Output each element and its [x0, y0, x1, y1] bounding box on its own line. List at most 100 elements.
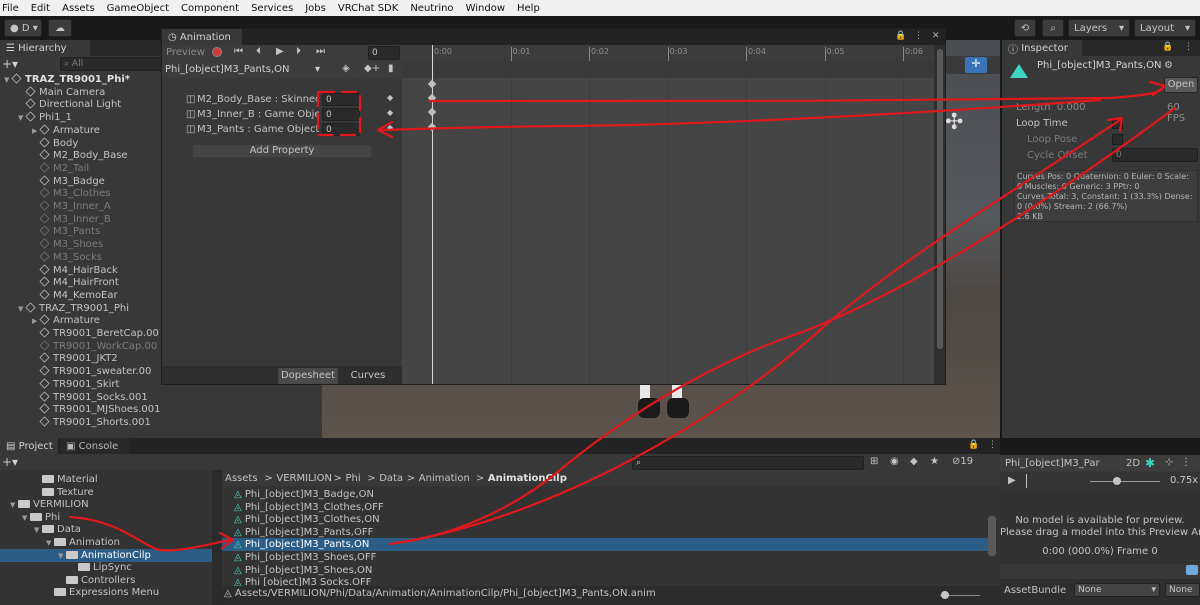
- hierarchy-item[interactable]: TR9001_WorkCap.00: [32, 340, 157, 353]
- tab-console[interactable]: ▣ Console: [60, 438, 130, 454]
- hierarchy-item[interactable]: TR9001_JKT2: [32, 352, 118, 365]
- event-lane[interactable]: [402, 61, 934, 78]
- inspector-settings-icon[interactable]: ⚙: [1164, 60, 1173, 71]
- hierarchy-item[interactable]: ▼ Phi1_1: [18, 111, 72, 124]
- hierarchy-item[interactable]: TR9001_MJShoes.001: [32, 403, 161, 416]
- keyframe-diamond-icon[interactable]: ◆: [387, 108, 393, 117]
- hierarchy-item[interactable]: TR9001_sweater.00: [32, 365, 151, 378]
- asset-file-item[interactable]: ◬ Phi [object]M3 Socks.OFF: [222, 576, 988, 586]
- tab-project[interactable]: ▤ Project: [0, 438, 58, 454]
- property-value-input[interactable]: 0: [322, 123, 360, 136]
- first-key-icon[interactable]: ⏮: [234, 46, 243, 57]
- breadcrumb-item[interactable]: Data: [379, 473, 403, 484]
- asset-file-item[interactable]: ◬ Phi_[object]M3_Clothes,ON: [222, 513, 988, 526]
- keyframe-1[interactable]: [427, 107, 437, 117]
- hierarchy-item[interactable]: ▼ TRAZ_TR9001_Phi: [18, 302, 129, 315]
- tab-hierarchy[interactable]: ☰ Hierarchy: [0, 40, 90, 56]
- file-scrollbar[interactable]: [988, 516, 996, 556]
- history-icon[interactable]: ⟲: [1014, 19, 1036, 37]
- breadcrumb-item[interactable]: Phi: [346, 473, 361, 484]
- tab-animation[interactable]: ◷ Animation: [162, 29, 242, 45]
- property-value-input[interactable]: 0: [322, 108, 360, 121]
- search-by-label-icon[interactable]: ◉: [890, 456, 899, 467]
- 2d-toggle[interactable]: 2D: [1126, 458, 1140, 469]
- menu-help[interactable]: Help: [517, 3, 540, 14]
- hierarchy-item[interactable]: M3_Inner_A: [32, 200, 111, 213]
- variant-dropdown[interactable]: None: [1165, 583, 1200, 597]
- hierarchy-item[interactable]: TR9001_Skirt: [32, 378, 119, 391]
- hierarchy-item[interactable]: ▶ Armature: [32, 124, 100, 137]
- save-search-icon[interactable]: ◆: [910, 456, 918, 467]
- keyframe-0[interactable]: [427, 93, 437, 103]
- menu-neutrino[interactable]: Neutrino: [410, 3, 453, 14]
- pivot-icon[interactable]: ⊹: [1165, 457, 1173, 468]
- hierarchy-item[interactable]: M4_HairFront: [32, 276, 119, 289]
- animation-property-row[interactable]: ◫M3_Inner_B : Game Object.0 ◆: [162, 108, 402, 122]
- property-value-input[interactable]: 0: [322, 93, 360, 106]
- add-keyframe-icon[interactable]: ◈: [342, 63, 350, 74]
- cycle-offset-input[interactable]: 0: [1112, 148, 1198, 162]
- project-tree-item[interactable]: Texture: [0, 486, 212, 499]
- menu-services[interactable]: Services: [251, 3, 293, 14]
- hierarchy-item[interactable]: ▶ Armature: [32, 314, 100, 327]
- hierarchy-item[interactable]: M3_Clothes: [32, 187, 111, 200]
- project-tree-item[interactable]: ▼ VERMILION: [0, 498, 212, 511]
- project-tree-item[interactable]: ▼ Phi: [0, 511, 212, 524]
- inspector-menu-icon[interactable]: ⋮: [1184, 42, 1193, 52]
- project-tree-item[interactable]: Expressions Menu: [0, 586, 212, 599]
- menu-window[interactable]: Window: [466, 3, 505, 14]
- gizmo-toggle-icon[interactable]: ✛: [965, 57, 987, 73]
- favorite-icon[interactable]: ★: [930, 456, 939, 467]
- preview-scrub[interactable]: [1026, 474, 1027, 488]
- menu-component[interactable]: Component: [181, 3, 239, 14]
- layers-dropdown[interactable]: Layers ▾: [1068, 19, 1130, 37]
- speed-slider-thumb[interactable]: [1113, 477, 1121, 485]
- open-button[interactable]: Open: [1164, 77, 1198, 93]
- prev-key-icon[interactable]: ⏴: [256, 46, 261, 57]
- asset-file-item[interactable]: ◬ Phi_[object]M3_Shoes,OFF: [222, 551, 988, 564]
- menu-gameobject[interactable]: GameObject: [107, 3, 169, 14]
- breadcrumb-item[interactable]: VERMILION: [276, 473, 332, 484]
- asset-file-item[interactable]: ◬ Phi_[object]M3_Pants,ON: [222, 538, 988, 552]
- project-menu-icon[interactable]: ⋮: [988, 440, 997, 450]
- breadcrumb-item[interactable]: AnimationCilp: [488, 473, 567, 484]
- animation-close-icon[interactable]: ✕: [932, 31, 940, 41]
- search-icon[interactable]: ⌕: [1042, 19, 1064, 37]
- clip-dropdown[interactable]: Phi_[object]M3_Pants,ON ▾: [165, 64, 325, 75]
- animation-property-row[interactable]: ◫ M3_Pants : Game Object.Is 0 ◆: [162, 123, 402, 137]
- expand-arrow-icon[interactable]: ▼: [4, 74, 12, 87]
- next-key-icon[interactable]: ⏵: [296, 46, 301, 57]
- add-icon[interactable]: +▾: [2, 57, 18, 71]
- orientation-gizmo-icon[interactable]: ✣: [945, 110, 975, 140]
- preview-toggle[interactable]: Preview: [166, 47, 205, 58]
- project-search-input[interactable]: ⌕: [632, 456, 864, 470]
- project-tree-item[interactable]: ▼ Animation: [0, 536, 212, 549]
- hierarchy-item[interactable]: Main Camera: [18, 86, 105, 99]
- tree-scroll-track[interactable]: [212, 470, 222, 605]
- hierarchy-item[interactable]: TR9001_Socks.001: [32, 390, 148, 404]
- search-by-type-icon[interactable]: ⊞: [870, 456, 878, 467]
- loop-time-checkbox[interactable]: [1112, 118, 1123, 129]
- loop-pose-checkbox[interactable]: [1112, 134, 1123, 145]
- event-marker-icon[interactable]: ▮: [388, 63, 394, 74]
- hierarchy-item[interactable]: M3_Pants: [32, 225, 100, 238]
- timeline-scrollbar[interactable]: [934, 45, 945, 384]
- inspector-lock-icon[interactable]: 🔒: [1162, 42, 1173, 52]
- add-property-button[interactable]: Add Property: [192, 144, 372, 158]
- project-lock-icon[interactable]: 🔒: [968, 440, 979, 450]
- keyframe-summary[interactable]: [427, 79, 437, 89]
- project-tree-item[interactable]: ▼ Data: [0, 523, 212, 536]
- hierarchy-item[interactable]: Directional Light: [18, 98, 121, 111]
- curves-button[interactable]: Curves: [340, 368, 396, 384]
- hierarchy-item[interactable]: M3_Badge: [32, 175, 105, 188]
- layout-dropdown[interactable]: Layout ▾: [1134, 19, 1196, 37]
- label-tag-icon[interactable]: [1186, 565, 1198, 575]
- asset-file-item[interactable]: ◬ Phi_[object]M3_Badge,ON: [222, 488, 988, 501]
- keyframe-2[interactable]: [427, 122, 437, 132]
- hidden-count[interactable]: ⊘19: [952, 456, 973, 467]
- menu-assets[interactable]: Assets: [62, 3, 95, 14]
- assetbundle-dropdown[interactable]: None ▾: [1074, 583, 1160, 597]
- project-tree-item[interactable]: Material: [0, 473, 212, 486]
- project-tree-item[interactable]: Controllers: [0, 574, 212, 587]
- menu-file[interactable]: File: [2, 3, 19, 14]
